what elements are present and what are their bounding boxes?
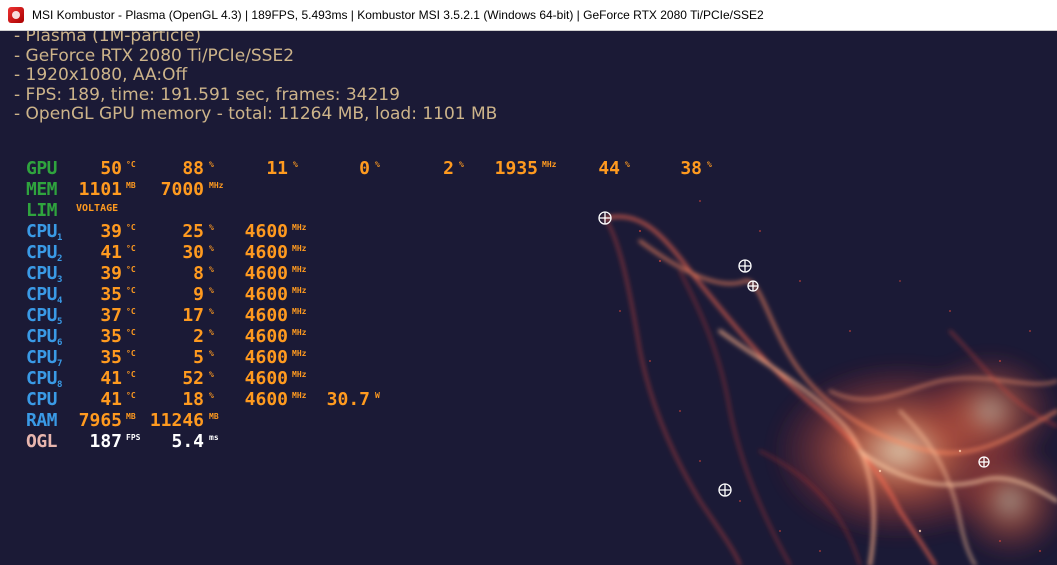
mem-clock: 7000 [160, 179, 204, 200]
gpu-clock: 1935 [494, 158, 538, 179]
gpu-temp: 50 [100, 158, 122, 179]
hardware-monitor-overlay: GPU 50 °C 88 % 11 % 0 % 2 % 1935 MHz 44 … [0, 31, 1057, 565]
ogl-stats-row: OGL 187 FPS 5.4 ms [26, 431, 219, 452]
cpu-power: 30.7 [326, 389, 370, 410]
kombustor-app-icon [8, 7, 24, 23]
cpu-core-row: CPU4 35 °C 9% 4600 MHz [26, 284, 307, 306]
gpu-usage: 88 [182, 158, 204, 179]
cpu-core-row: CPU6 35 °C 2% 4600 MHz [26, 326, 307, 348]
ogl-fps: 187 [89, 431, 122, 452]
ram-stats-row: RAM 7965 MB 11246 MB [26, 410, 219, 431]
cpu-core-row: CPU7 35 °C 5% 4600 MHz [26, 347, 307, 369]
gpu-label: GPU [26, 158, 58, 179]
cpu-core-row: CPU1 39 °C 25% 4600 MHz [26, 221, 307, 243]
window-title: MSI Kombustor - Plasma (OpenGL 4.3) | 18… [32, 8, 764, 22]
cpu-total-row: CPU 41 °C 18% 4600 MHz 30.7 W [26, 389, 380, 410]
mem-used: 1101 [78, 179, 122, 200]
ogl-label: OGL [26, 431, 58, 452]
lim-stats-row: LIM VOLTAGE [0, 200, 800, 221]
window-titlebar[interactable]: MSI Kombustor - Plasma (OpenGL 4.3) | 18… [0, 0, 1057, 31]
render-viewport[interactable]: - Plasma (1M-particle) - GeForce RTX 208… [0, 31, 1057, 565]
cpu-core-row: CPU5 37 °C 17% 4600 MHz [26, 305, 307, 327]
ogl-frametime: 5.4 [171, 431, 204, 452]
cpu-total-label: CPU [26, 389, 58, 410]
gpu-stats-row: GPU 50 °C 88 % 11 % 0 % 2 % 1935 MHz 44 … [26, 158, 712, 179]
mem-label: MEM [26, 179, 58, 200]
lim-value: VOLTAGE [76, 203, 119, 214]
cpu-core-row: CPU3 39 °C 8% 4600 MHz [26, 263, 307, 285]
cpu-core-row: CPU2 41 °C 30% 4600 MHz [26, 242, 307, 264]
lim-label: LIM [26, 200, 58, 221]
ram-label: RAM [26, 410, 58, 431]
mem-stats-row: MEM 1101 MB 7000 MHz [26, 179, 224, 200]
cpu-core-row: CPU8 41 °C 52% 4600 MHz [26, 368, 307, 390]
